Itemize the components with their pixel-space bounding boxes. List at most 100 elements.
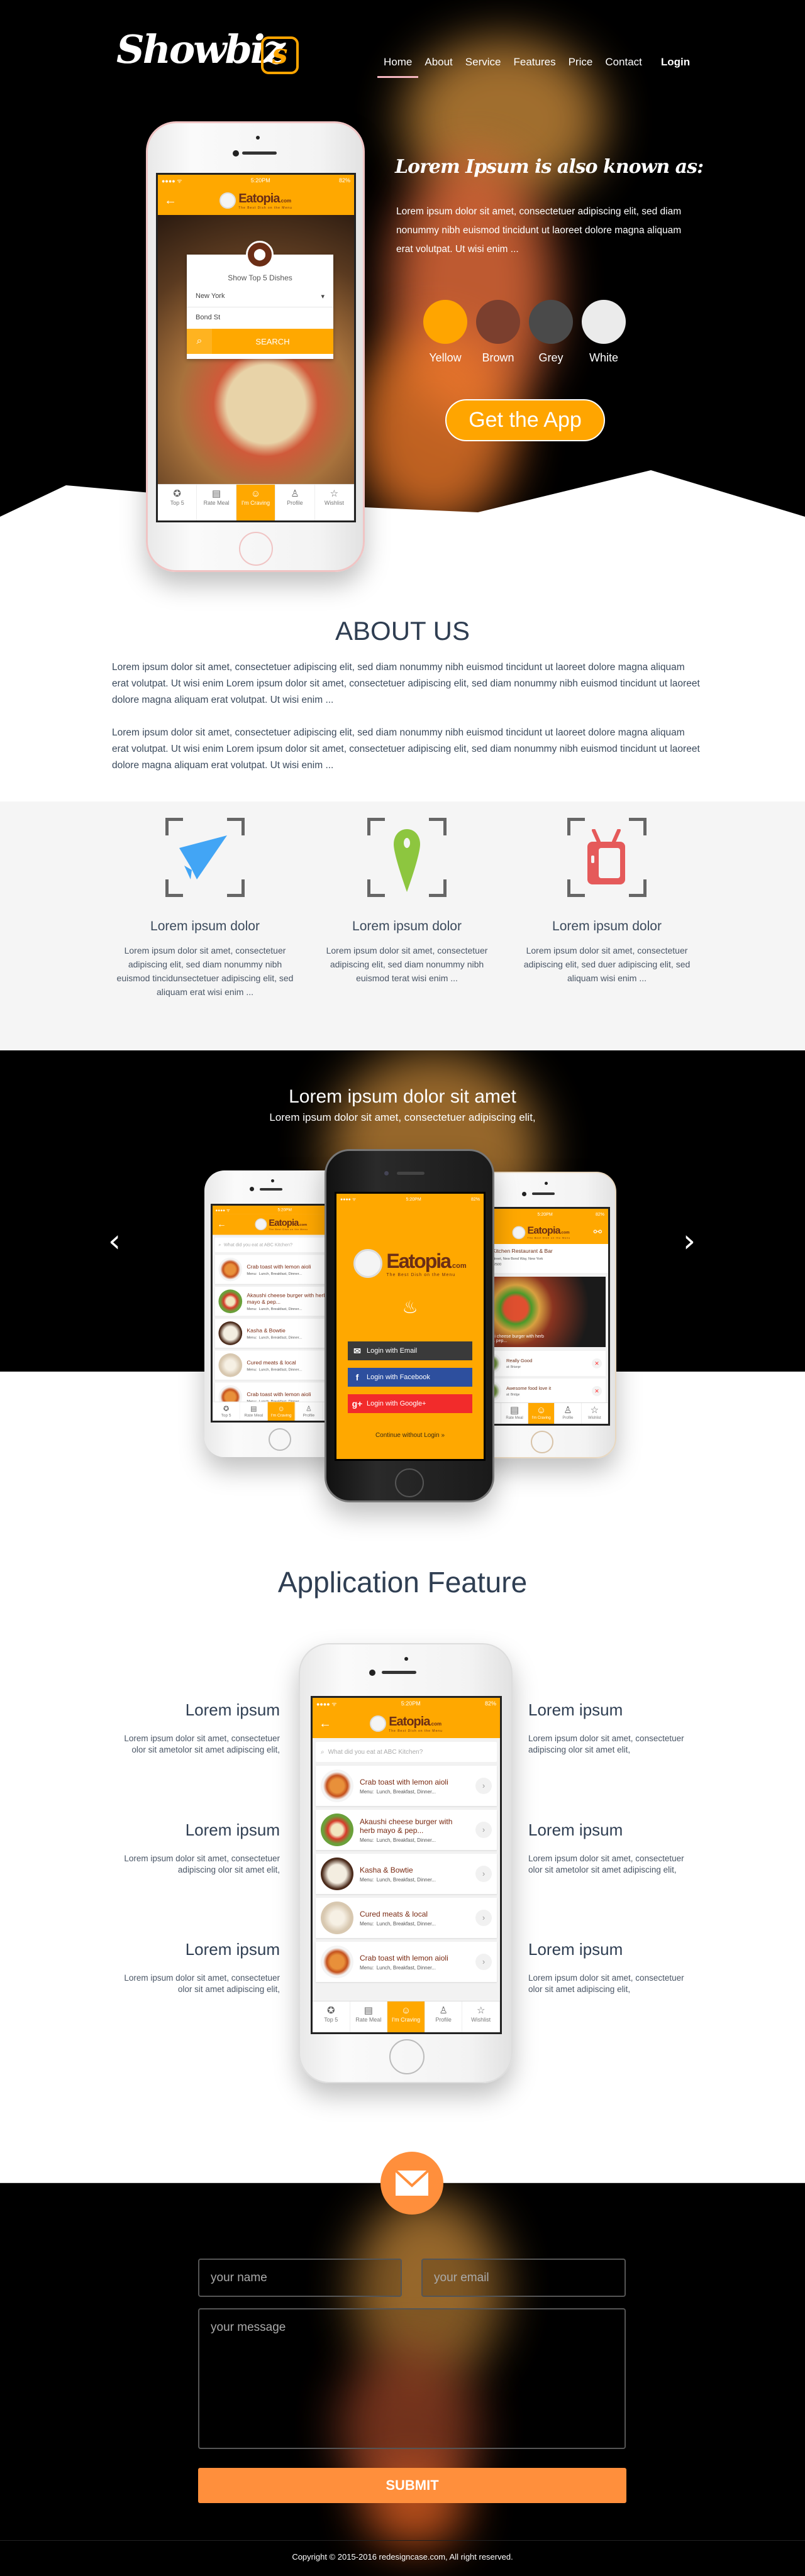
back-arrow-icon[interactable]: ← — [319, 1717, 331, 1731]
tab-label: Profile — [303, 1412, 315, 1418]
tab-top-5[interactable]: ✪Top 5 — [158, 485, 197, 520]
hero-paragraph: Lorem ipsum dolor sit amet, consectetuer… — [396, 206, 682, 255]
service-item: Lorem ipsum dolor Lorem ipsum dolor sit a… — [114, 818, 296, 999]
nav-contact[interactable]: Contact — [599, 53, 648, 72]
message-textarea[interactable] — [198, 2308, 626, 2449]
dish-menu: Menu: Lunch, Breakfast, Dinner... — [360, 1876, 436, 1883]
dish-menu: Menu: Lunch, Breakfast, Dinner... — [247, 1306, 303, 1311]
nav-price[interactable]: Price — [562, 53, 599, 72]
color-option-yellow[interactable]: Yellow — [423, 300, 467, 365]
review-item[interactable]: Really Good at: Brianpr ✕ — [477, 1351, 606, 1376]
card-title: Show Top 5 Dishes — [228, 273, 292, 282]
dish-name: Crab toast with lemon aioli — [360, 1953, 448, 1962]
nav-about[interactable]: About — [418, 53, 458, 72]
get-app-button[interactable]: Get the App — [445, 399, 605, 441]
back-arrow-icon[interactable]: ← — [164, 194, 177, 208]
tab-rate-meal[interactable]: ▤ Rate Meal — [501, 1403, 528, 1424]
tab-profile[interactable]: ♙ Profile — [425, 2001, 463, 2032]
name-input[interactable] — [198, 2259, 402, 2297]
slider-prev-arrow-icon[interactable]: ‹ — [108, 1223, 121, 1259]
dish-thumbnail — [321, 1770, 353, 1802]
tab-icon: ♙ — [439, 2005, 448, 2016]
login-google-button[interactable]: g+ Login with Google+ — [348, 1394, 472, 1413]
dish-search-input[interactable]: ⌕ What did you eat at ABC Kitchen? — [316, 1742, 497, 1762]
login-email-button[interactable]: ✉ Login with Email — [348, 1341, 472, 1360]
tab-label: Top 5 — [170, 500, 184, 506]
about-paragraph-2: Lorem ipsum dolor sit amet, consectetuer… — [112, 727, 700, 771]
color-swatch[interactable] — [476, 300, 520, 344]
color-swatch[interactable] — [529, 300, 573, 344]
tab-profile[interactable]: ♙ Profile — [295, 1402, 323, 1421]
nav-service[interactable]: Service — [459, 53, 508, 72]
app-brand: Eatopia.com The Best Dish on the Menu — [219, 192, 292, 210]
tab-bar: ✪Top 5▤Rate Meal☺I'm Craving♙Profile☆Wis… — [475, 1402, 608, 1424]
review-item[interactable]: Awesome food love it at: Bridge ✕ — [477, 1379, 606, 1404]
dish-photo: Akaushi cheese burger with herb mayo & p… — [477, 1277, 606, 1347]
chevron-right-icon[interactable]: › — [475, 1954, 492, 1970]
tab-i-m-craving[interactable]: ☺ I'm Craving — [267, 1402, 296, 1421]
close-icon[interactable]: ✕ — [592, 1358, 602, 1368]
tab-i-m-craving[interactable]: ☺ I'm Craving — [236, 485, 276, 520]
map-pin-icon — [394, 829, 420, 892]
dish-thumbnail — [321, 1814, 353, 1846]
nav-home[interactable]: Home — [377, 53, 419, 78]
chevron-right-icon[interactable]: › — [475, 1822, 492, 1838]
tab-rate-meal[interactable]: ▤ Rate Meal — [240, 1402, 268, 1421]
tab-icon: ▤ — [364, 2005, 373, 2016]
color-option-brown[interactable]: Brown — [476, 300, 520, 365]
dish-menu: Menu: Lunch, Breakfast, Dinner... — [247, 1271, 303, 1276]
color-swatch[interactable] — [582, 300, 626, 344]
slider-next-arrow-icon[interactable]: › — [683, 1223, 696, 1259]
tab-rate-meal[interactable]: ▤ Rate Meal — [197, 485, 236, 520]
dish-thumbnail — [218, 1353, 243, 1377]
submit-button[interactable]: SUBMIT — [198, 2468, 626, 2503]
color-option-grey[interactable]: Grey — [529, 300, 573, 365]
chevron-right-icon[interactable]: › — [475, 1778, 492, 1794]
chevron-right-icon[interactable]: › — [475, 1910, 492, 1926]
color-swatch[interactable] — [423, 300, 467, 344]
service-item: Lorem ipsum dolor Lorem ipsum dolor sit a… — [316, 818, 498, 985]
tab-wishlist[interactable]: ☆Wishlist — [315, 485, 354, 520]
back-arrow-icon[interactable]: ← — [217, 1219, 226, 1230]
login-facebook-button[interactable]: f Login with Facebook — [348, 1368, 472, 1387]
list-item[interactable]: Crab toast with lemon aioli Menu: Lunch, … — [316, 1942, 497, 1982]
plate-icon — [219, 192, 236, 209]
tab-rate-meal[interactable]: ▤ Rate Meal — [350, 2001, 388, 2032]
tab-profile[interactable]: ♙ Profile — [275, 485, 315, 520]
email-input[interactable] — [421, 2259, 626, 2297]
chevron-right-icon[interactable]: › — [475, 1866, 492, 1882]
list-item[interactable]: Crab toast with lemon aioli Menu: Lunch, … — [316, 1766, 497, 1806]
list-item[interactable]: Kasha & Bowtie Menu: Lunch, Breakfast, Di… — [316, 1854, 497, 1894]
feature-title: Application Feature — [277, 1566, 528, 1599]
close-icon[interactable]: ✕ — [592, 1386, 602, 1396]
color-option-white[interactable]: White — [582, 300, 626, 365]
city-select[interactable]: New York ▾ — [187, 287, 333, 307]
list-item[interactable]: Akaushi cheese burger with herb mayo & p… — [316, 1810, 497, 1850]
tab-wishlist[interactable]: ☆Wishlist — [582, 1403, 608, 1424]
tab-label: Wishlist — [471, 2017, 491, 2023]
tab-i-m-craving[interactable]: ☺ I'm Craving — [387, 2001, 425, 2032]
nav-login[interactable]: Login — [655, 53, 696, 72]
restaurant-name: ABC Kitchen Restaurant & Bar — [480, 1248, 553, 1254]
nav-features[interactable]: Features — [507, 53, 562, 72]
street-input[interactable]: Bond St — [187, 307, 333, 329]
app-logo: Eatopia.com The Best Dish on the Menu — [336, 1249, 484, 1278]
tab-profile[interactable]: ♙ Profile — [555, 1403, 582, 1424]
continue-without-login-link[interactable]: Continue without Login » — [336, 1432, 484, 1439]
dish-thumbnail — [321, 1946, 353, 1978]
list-item[interactable]: Cured meats & local Menu: Lunch, Breakfas… — [316, 1898, 497, 1938]
tab-wishlist[interactable]: ☆Wishlist — [462, 2001, 500, 2032]
search-card: ⬤ Show Top 5 Dishes New York ▾ Bond St ⌕ S… — [187, 241, 333, 359]
share-icon[interactable]: ⚯ — [594, 1226, 602, 1238]
logo[interactable]: Showbiz — [116, 26, 286, 72]
tab-icon: ▤ — [250, 1404, 257, 1413]
tab-i-m-craving[interactable]: ☺ I'm Craving — [528, 1403, 555, 1424]
restaurant-address: 6 Bond Street, New Bond Way, New York — [480, 1257, 543, 1261]
tab-label: Rate Meal — [244, 1412, 264, 1418]
dish-menu: Menu: Lunch, Breakfast, Dinner... — [360, 1920, 436, 1927]
tab-label: Top 5 — [221, 1412, 231, 1418]
feature-description: Lorem ipsum dolor sit amet, consectetuer… — [124, 1854, 280, 1874]
tab-top-5[interactable]: ✪Top 5 — [213, 1402, 240, 1421]
tab-top-5[interactable]: ✪Top 5 — [313, 2001, 350, 2032]
search-button[interactable]: ⌕ SEARCH — [187, 329, 333, 354]
